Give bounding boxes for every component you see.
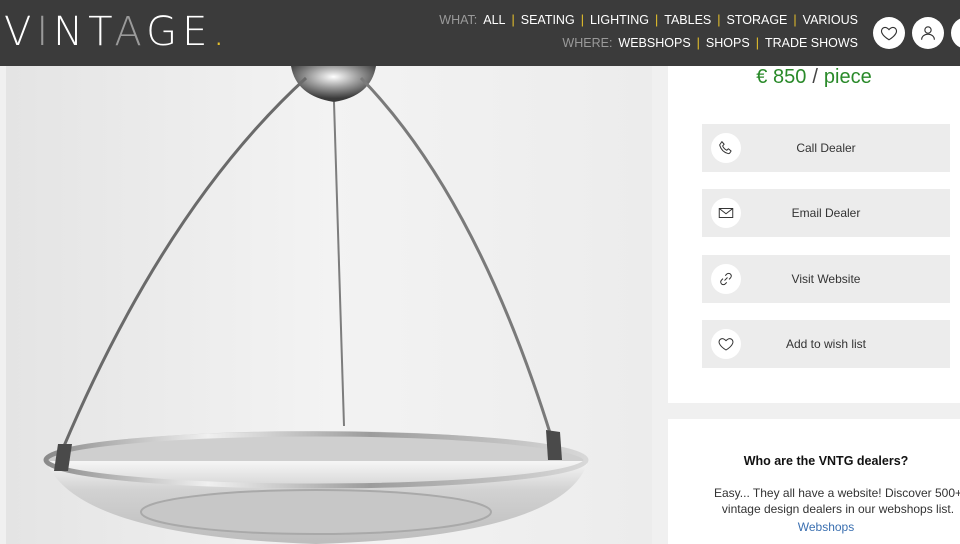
nav-link-lighting[interactable]: LIGHTING — [590, 13, 649, 27]
product-page: VINTAGE. WHAT: ALL | SEATING | LIGHTING | T… — [0, 0, 960, 544]
pendant-lamp-image — [6, 66, 652, 544]
heart-icon — [711, 329, 741, 359]
webshops-link[interactable]: Webshops — [668, 520, 960, 534]
nav-link-tables[interactable]: TABLES — [664, 13, 711, 27]
nav-separator: | — [654, 13, 659, 27]
site-header: VINTAGE. WHAT: ALL | SEATING | LIGHTING | T… — [0, 0, 960, 66]
nav-separator: | — [717, 13, 721, 27]
phone-icon — [711, 133, 741, 163]
price-amount: € 850 — [756, 66, 807, 88]
site-logo[interactable]: VINTAGE. — [4, 8, 230, 56]
dealer-panel: € 850/piece Call Dealer Email Dealer Vis… — [668, 66, 960, 403]
logo-part: A — [114, 9, 147, 55]
email-dealer-button[interactable]: Email Dealer — [702, 189, 950, 237]
more-button[interactable] — [951, 17, 960, 49]
price-unit: piece — [823, 66, 872, 88]
logo-part: GE — [146, 9, 213, 55]
price-slash: / — [812, 66, 818, 88]
nav-link-webshops[interactable]: WEBSHOPS — [618, 36, 690, 50]
call-dealer-button[interactable]: Call Dealer — [702, 124, 950, 172]
nav-separator: | — [580, 13, 584, 27]
nav-link-shops[interactable]: SHOPS — [706, 36, 750, 50]
nav-separator: | — [793, 13, 797, 27]
user-icon — [921, 26, 935, 40]
link-icon — [711, 264, 741, 294]
where-label: WHERE: — [562, 36, 613, 50]
product-photo[interactable] — [6, 66, 652, 544]
nav-link-all[interactable]: ALL — [483, 13, 505, 27]
price-display: € 850/piece — [668, 66, 960, 88]
account-button[interactable] — [912, 17, 944, 49]
nav-link-trade-shows[interactable]: TRADE SHOWS — [765, 36, 858, 50]
nav-link-seating[interactable]: SEATING — [521, 13, 575, 27]
nav-link-various[interactable]: VARIOUS — [803, 13, 858, 27]
wishlist-button[interactable] — [873, 17, 905, 49]
what-nav: WHAT: ALL | SEATING | LIGHTING | TABLES | ST… — [439, 13, 858, 27]
nav-separator: | — [755, 36, 759, 50]
nav-link-storage[interactable]: STORAGE — [727, 13, 788, 27]
envelope-icon — [711, 198, 741, 228]
nav-separator: | — [696, 36, 700, 50]
dealers-info-box: Who are the VNTG dealers? Easy... They a… — [668, 419, 960, 544]
logo-dot: . — [212, 9, 231, 55]
heart-icon — [880, 26, 898, 41]
where-nav: WHERE: WEBSHOPS | SHOPS | TRADE SHOWS — [562, 36, 858, 50]
logo-part: NT — [53, 9, 115, 55]
visit-website-button[interactable]: Visit Website — [702, 255, 950, 303]
what-label: WHAT: — [439, 13, 478, 27]
info-text: Easy... They all have a website! Discove… — [713, 486, 960, 516]
info-title: Who are the VNTG dealers? — [743, 454, 909, 468]
logo-part: V — [4, 9, 37, 55]
nav-separator: | — [511, 13, 515, 27]
add-to-wishlist-button[interactable]: Add to wish list — [702, 320, 950, 368]
logo-part: I — [36, 9, 54, 55]
